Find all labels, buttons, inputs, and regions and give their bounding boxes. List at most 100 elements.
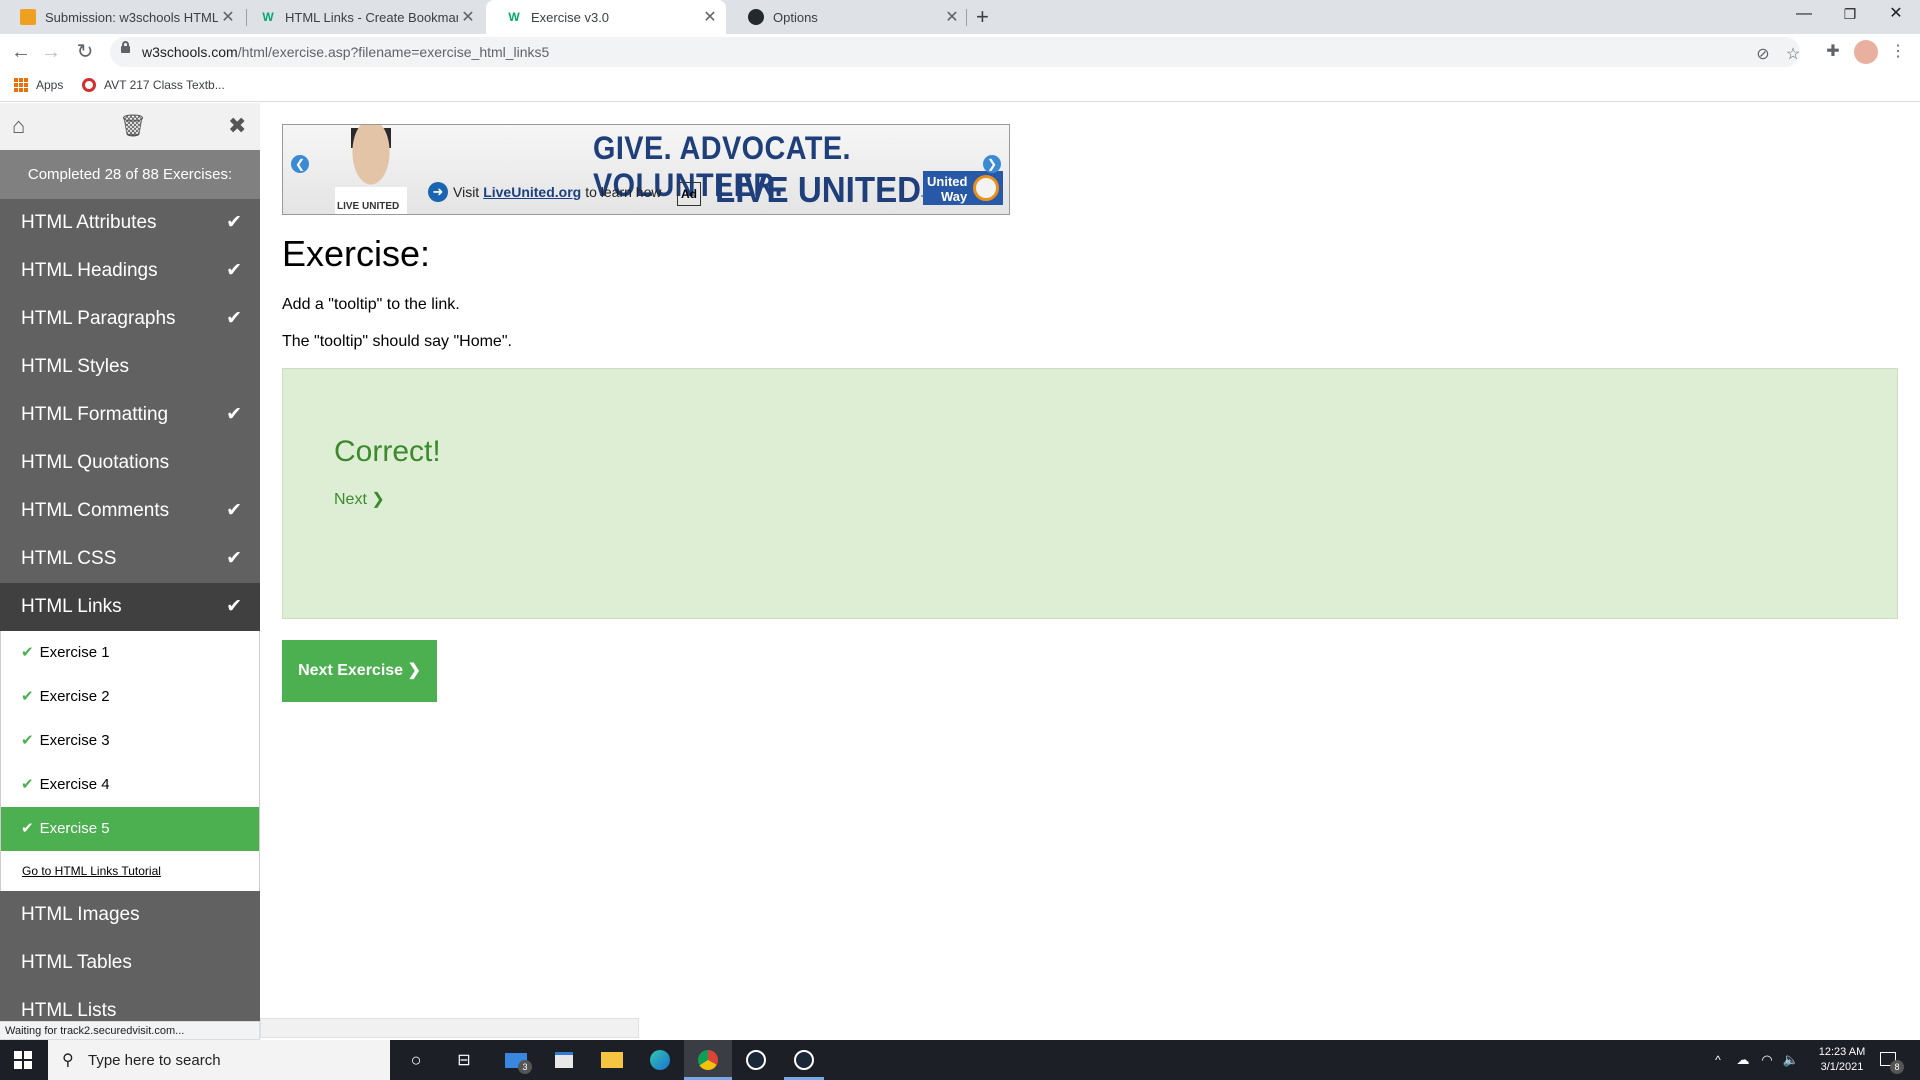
bookmark-label: AVT 217 Class Textb... [104,78,225,92]
arrow-circle-icon: ➜ [428,182,448,202]
ad-shirt-text: LIVE UNITED [337,201,400,212]
sidebar-item-headings[interactable]: HTML Headings ✔ [0,247,260,295]
ad-prev-icon[interactable]: ❮ [291,155,309,173]
result-message: Correct! [334,435,441,468]
checkmark-icon: ✔ [226,596,242,617]
completed-counter: Completed 28 of 88 Exercises: [0,150,260,199]
checkmark-icon: ✔ [226,548,242,569]
exercise-item-3[interactable]: ✔ Exercise 3 [0,719,260,763]
clock-date: 3/1/2021 [1820,1061,1864,1073]
status-bar: Waiting for track2.securedvisit.com... [0,1021,260,1040]
sidebar-item-images[interactable]: HTML Images [0,891,260,939]
wifi-icon[interactable]: ◠ [1756,1040,1778,1080]
sidebar-item-formatting[interactable]: HTML Formatting ✔ [0,391,260,439]
camera-blocked-icon[interactable]: ⊘ [1752,44,1774,66]
sidebar-item-quotations[interactable]: HTML Quotations [0,439,260,487]
united-way-logo: United Way [923,171,1003,205]
mail-badge: 3 [518,1060,532,1074]
tab-title: Exercise v3.0 [531,9,610,25]
menu-icon[interactable]: ⋮ [1887,41,1909,63]
exercise-item-4[interactable]: ✔ Exercise 4 [0,763,260,807]
tray-chevron-icon[interactable]: ^ [1708,1040,1728,1080]
notification-badge: 8 [1890,1060,1904,1074]
checkmark-icon: ✔ [21,644,34,661]
bookmark-apps[interactable]: Apps [14,78,63,92]
clock[interactable]: 12:23 AM 3/1/2021 [1806,1040,1878,1080]
bookmark-star-icon[interactable]: ☆ [1782,44,1804,66]
close-icon[interactable]: ✕ [218,7,238,27]
tab-options[interactable]: Options ✕ [728,0,968,34]
checkmark-icon: ✔ [21,776,34,793]
edge-icon[interactable] [636,1040,684,1080]
next-exercise-button[interactable]: Next Exercise ❯ [282,640,437,702]
tab-html-links[interactable]: W HTML Links - Create Bookmark ✕ [240,0,484,34]
sidebar-item-css[interactable]: HTML CSS ✔ [0,535,260,583]
home-icon[interactable]: ⌂ [12,113,25,139]
chrome-icon[interactable] [684,1040,732,1080]
sidebar-item-tables[interactable]: HTML Tables [0,939,260,987]
address-bar[interactable]: w3schools.com/html/exercise.asp?filename… [110,37,1800,67]
minimize-icon[interactable]: — [1781,0,1827,30]
sidebar-item-paragraphs[interactable]: HTML Paragraphs ✔ [0,295,260,343]
window-close-icon[interactable]: ✕ [1873,0,1919,30]
restore-icon[interactable]: ❐ [1827,0,1873,30]
windows-start-icon[interactable] [0,1040,46,1080]
instruction-text: Add a "tooltip" to the link. [282,296,460,313]
opera-icon [82,78,96,92]
next-link[interactable]: Next ❯ [334,489,385,509]
exercise-item-5[interactable]: ✔ Exercise 5 [0,807,260,851]
profile-avatar[interactable] [1854,40,1878,64]
tab-submission[interactable]: Submission: w3schools HTML Tut ✕ [0,0,244,34]
apps-grid-icon [14,78,28,92]
sidebar-item-attributes[interactable]: HTML Attributes ✔ [0,199,260,247]
ad-next-icon[interactable]: ❯ [983,155,1001,173]
bookmark-label: Apps [36,78,64,92]
tab-title: Submission: w3schools HTML Tut [45,9,218,25]
close-icon[interactable]: ✕ [942,7,962,27]
store-icon[interactable] [540,1040,588,1080]
steam-icon[interactable] [732,1040,780,1080]
ad-link[interactable]: LiveUnited.org [483,184,581,200]
extensions-icon[interactable]: ✚ [1822,41,1844,63]
ad-council-logo: Ad [677,182,701,206]
search-input[interactable]: Type here to search [88,1052,221,1069]
file-explorer-icon[interactable] [588,1040,636,1080]
exercise-item-2[interactable]: ✔ Exercise 2 [0,675,260,719]
submission-icon [20,9,36,25]
sidebar-item-comments[interactable]: HTML Comments ✔ [0,487,260,535]
tab-title: Options [773,9,818,25]
sidebar-item-styles[interactable]: HTML Styles [0,343,260,391]
back-icon[interactable]: ← [9,40,33,64]
task-view-icon[interactable]: ⊟ [442,1040,486,1080]
notification-icon[interactable]: 8 [1872,1040,1908,1080]
mail-icon[interactable]: 3 [492,1040,540,1080]
close-icon[interactable]: ✖ [228,113,246,139]
weather-icon[interactable]: ☁ [1732,1040,1754,1080]
checkmark-icon: ✔ [226,500,242,521]
sidebar-item-links[interactable]: HTML Links ✔ [0,583,260,631]
w3schools-icon: W [508,10,520,24]
exercise-item-1[interactable]: ✔ Exercise 1 [0,631,260,675]
reload-icon[interactable]: ↻ [73,40,97,64]
steam-icon[interactable] [780,1040,828,1080]
checkmark-icon: ✔ [226,212,242,233]
close-icon[interactable]: ✕ [700,7,720,27]
new-tab-icon[interactable]: + [976,4,989,30]
bookmark-avt[interactable]: AVT 217 Class Textb... [82,78,225,92]
tab-divider [966,9,967,26]
url-text: w3schools.com/html/exercise.asp?filename… [142,44,550,60]
cortana-icon[interactable]: ○ [394,1040,438,1080]
close-icon[interactable]: ✕ [458,7,478,27]
sidebar-toolbar: ⌂ 🗑 ✖ [0,103,260,150]
checkmark-icon: ✔ [21,820,34,837]
trash-icon[interactable]: 🗑 [119,113,147,139]
forward-icon[interactable]: → [39,40,63,64]
tab-exercise[interactable]: W Exercise v3.0 ✕ [486,0,726,34]
ad-banner[interactable]: LIVE UNITED ❮ GIVE. ADVOCATE. VOLUNTEER.… [282,124,1010,215]
result-panel: Correct! Next ❯ [282,368,1898,619]
windows-taskbar: ⚲ Type here to search ○ ⊟ 3 ^ ☁ ◠ 🔈 12:2… [0,1040,1920,1080]
horizontal-scrollbar[interactable] [260,1018,639,1038]
taskbar-search[interactable]: ⚲ Type here to search [48,1040,390,1080]
volume-icon[interactable]: 🔈 [1780,1040,1802,1080]
tutorial-link[interactable]: Go to HTML Links Tutorial [0,851,260,891]
